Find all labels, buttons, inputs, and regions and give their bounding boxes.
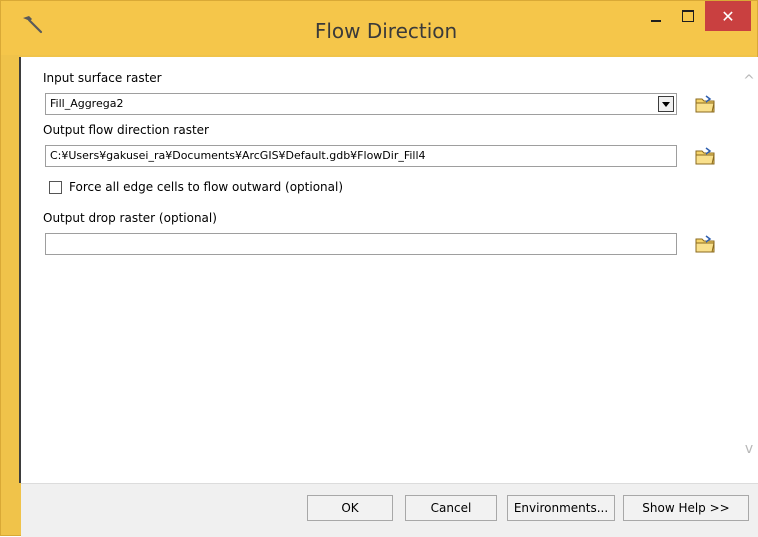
- folder-open-icon[interactable]: [693, 93, 717, 115]
- ok-button[interactable]: OK: [307, 495, 393, 521]
- maximize-button[interactable]: [673, 1, 703, 31]
- vertical-scrollbar[interactable]: ^ v: [737, 57, 758, 483]
- environments-button[interactable]: Environments...: [507, 495, 615, 521]
- output-flow-input[interactable]: C:¥Users¥gakusei_ra¥Documents¥ArcGIS¥Def…: [45, 145, 677, 167]
- show-help-button[interactable]: Show Help >>: [623, 495, 749, 521]
- dialog-body: Input surface raster Fill_Aggrega2 Outpu…: [21, 57, 758, 483]
- dialog-window: Flow Direction ✕ Input surface raster Fi…: [0, 0, 758, 537]
- input-surface-label: Input surface raster: [43, 71, 162, 85]
- close-button[interactable]: ✕: [705, 1, 751, 31]
- window-title: Flow Direction: [314, 19, 458, 43]
- output-flow-label: Output flow direction raster: [43, 123, 209, 137]
- form-panel: Input surface raster Fill_Aggrega2 Outpu…: [21, 57, 737, 483]
- output-drop-label: Output drop raster (optional): [43, 211, 217, 225]
- force-edge-checkbox[interactable]: [49, 181, 62, 194]
- scroll-down-icon[interactable]: v: [741, 441, 757, 457]
- folder-open-icon[interactable]: [693, 233, 717, 255]
- force-edge-label: Force all edge cells to flow outward (op…: [69, 180, 344, 194]
- close-icon: ✕: [721, 6, 735, 26]
- output-drop-input[interactable]: [45, 233, 677, 255]
- input-surface-select[interactable]: Fill_Aggrega2: [45, 93, 677, 115]
- input-surface-value: Fill_Aggrega2: [50, 97, 124, 110]
- minimize-button[interactable]: [641, 1, 671, 31]
- footer-divider: [21, 483, 758, 484]
- chevron-down-icon[interactable]: [658, 96, 674, 112]
- hammer-icon: [23, 16, 43, 34]
- scroll-up-icon[interactable]: ^: [741, 73, 757, 89]
- minimize-icon: [651, 20, 661, 22]
- maximize-icon: [682, 10, 694, 22]
- dialog-footer: OK Cancel Environments... Show Help >>: [21, 483, 758, 537]
- title-bar[interactable]: Flow Direction ✕: [1, 1, 757, 55]
- folder-open-icon[interactable]: [693, 145, 717, 167]
- cancel-button[interactable]: Cancel: [405, 495, 497, 521]
